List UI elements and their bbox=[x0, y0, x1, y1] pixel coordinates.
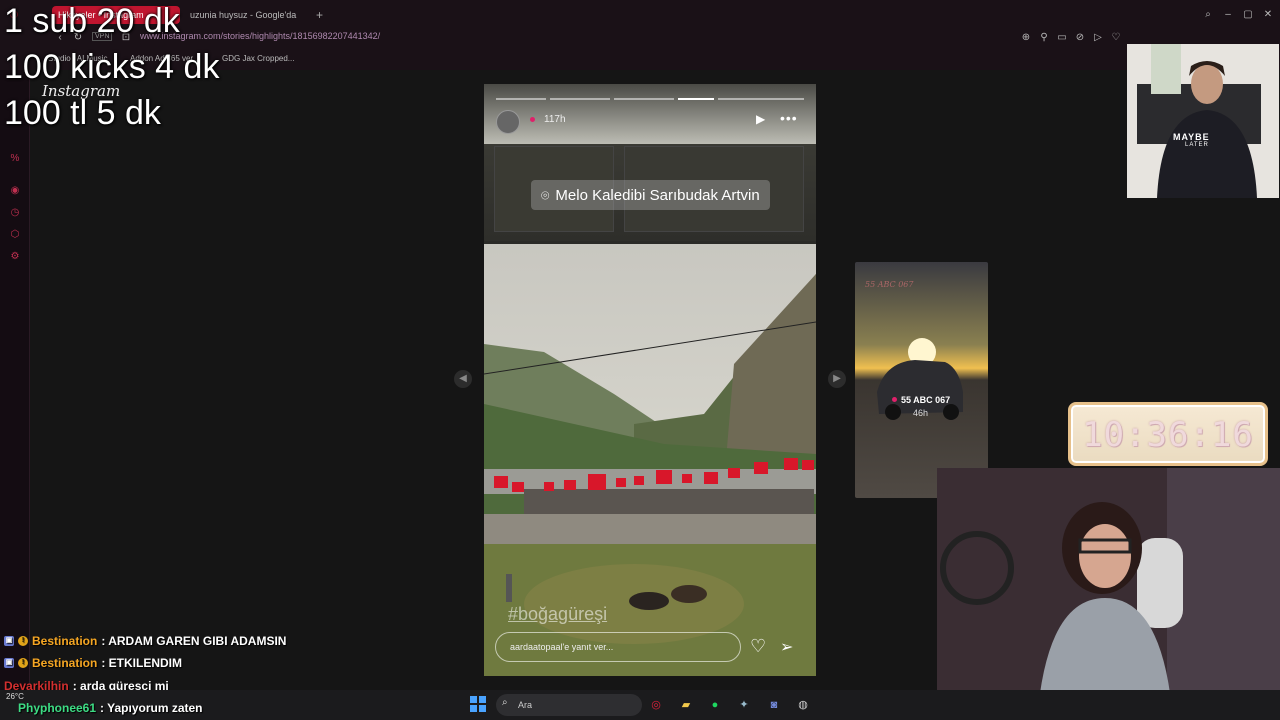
live-dot-icon bbox=[892, 397, 897, 402]
windows-logo-icon bbox=[470, 696, 477, 703]
location-sticker[interactable]: ⌾ Melo Kaledibi Sarıbudak Artvin bbox=[531, 180, 770, 210]
shirt-print: LATER bbox=[1185, 142, 1209, 148]
streamer-webcam-image bbox=[937, 468, 1280, 720]
story-header-bg bbox=[484, 84, 816, 144]
chat-text: : ARDAM GAREN GIBI ADAMSIN bbox=[101, 634, 287, 648]
weather-widget[interactable]: 26°C bbox=[6, 692, 24, 701]
chat-text: : Yapıyorum zaten bbox=[100, 701, 203, 715]
sidebar-percent-icon[interactable]: % bbox=[8, 152, 22, 166]
chat-badge-icon: ▣ bbox=[4, 658, 14, 668]
start-button[interactable] bbox=[470, 696, 486, 712]
play-icon[interactable]: ▶ bbox=[756, 112, 765, 126]
taskbar-search[interactable]: Ara bbox=[496, 694, 642, 716]
prev-story-button[interactable]: ◀ bbox=[454, 370, 472, 388]
maximize-icon[interactable]: ▢ bbox=[1240, 7, 1256, 23]
adblock-icon[interactable]: ⊘ bbox=[1072, 30, 1088, 46]
more-options-icon[interactable]: ••• bbox=[780, 110, 798, 126]
story-progress-segment bbox=[550, 98, 610, 100]
story-progress-segment bbox=[718, 98, 804, 100]
windows-logo-icon bbox=[479, 705, 486, 712]
next-story-card[interactable]: 55 ABC 067 55 ABC 067 46h bbox=[855, 262, 988, 498]
overlay-tl-goal: 100 tl 5 dk bbox=[4, 94, 161, 132]
chat-badge-icon: ! bbox=[18, 636, 28, 646]
car-sunset-image bbox=[855, 262, 988, 498]
chat-username: Bestination bbox=[32, 656, 98, 670]
pin-icon[interactable]: ⚲ bbox=[1036, 30, 1052, 46]
player-icon[interactable]: ▷ bbox=[1090, 30, 1106, 46]
sidebar-history-icon[interactable]: ◷ bbox=[8, 206, 22, 220]
next-story-plate: 55 ABC 067 bbox=[865, 280, 914, 289]
next-story-button[interactable]: ▶ bbox=[828, 370, 846, 388]
live-dot-icon bbox=[530, 117, 535, 122]
avatar[interactable] bbox=[496, 110, 520, 134]
chat-badge-icon: ! bbox=[18, 658, 28, 668]
discord-icon[interactable]: ◙ bbox=[764, 695, 784, 715]
search-tabs-icon[interactable]: ⌕ bbox=[1200, 7, 1216, 23]
reply-input[interactable]: aardaatopaal'e yanıt ver... bbox=[495, 632, 741, 662]
bookmark-item[interactable]: GDG Jax Cropped... bbox=[222, 54, 294, 63]
search-icon: ⌕ bbox=[502, 697, 508, 708]
location-pin-icon: ⌾ bbox=[541, 186, 550, 203]
streamer-webcam-image bbox=[1127, 44, 1279, 198]
webcam-feed: MAYBE LATER bbox=[1127, 44, 1279, 198]
zoom-icon[interactable]: ⊕ bbox=[1018, 30, 1034, 46]
close-icon[interactable]: ✕ bbox=[1260, 7, 1276, 23]
story-progress-segment bbox=[496, 98, 546, 100]
file-explorer-icon[interactable]: ▰ bbox=[676, 695, 696, 715]
webcam-feed bbox=[937, 468, 1280, 720]
next-story-time: 46h bbox=[913, 408, 929, 418]
send-icon[interactable]: ➢ bbox=[780, 637, 793, 657]
tab-google[interactable]: uzunia huysuz - Google'da bbox=[184, 6, 304, 24]
story-time: 117h bbox=[544, 114, 566, 125]
location-label: Melo Kaledibi Sarıbudak Artvin bbox=[555, 186, 760, 204]
next-story-title: 55 ABC 067 bbox=[901, 395, 951, 405]
snapshot-icon[interactable]: ▭ bbox=[1054, 30, 1070, 46]
chat-message: ▣ ! Bestination : ARDAM GAREN GIBI ADAMS… bbox=[4, 634, 286, 648]
overlay-kicks-goal: 100 kicks 4 dk bbox=[4, 48, 220, 86]
shirt-print: MAYBE bbox=[1173, 132, 1210, 142]
chat-username: Phyphonee61 bbox=[18, 701, 97, 715]
story-viewer[interactable]: 117h ▶ ••• ⌾ Melo Kaledibi Sarıbudak Art… bbox=[484, 84, 816, 676]
sidebar-extensions-icon[interactable]: ⬡ bbox=[8, 228, 22, 242]
spotify-icon[interactable]: ● bbox=[705, 695, 725, 715]
windows-logo-icon bbox=[470, 705, 477, 712]
weather-temp: 26°C bbox=[6, 692, 24, 701]
chat-badge-icon: ▣ bbox=[4, 636, 14, 646]
minimize-icon[interactable]: – bbox=[1220, 7, 1236, 23]
chat-message: Phyphonee61 : Yapıyorum zaten bbox=[18, 701, 203, 715]
heart-icon[interactable]: ♡ bbox=[750, 636, 766, 657]
story-progress-segment bbox=[614, 98, 674, 100]
opera-gx-icon[interactable]: ◎ bbox=[646, 695, 666, 715]
sidebar-settings-icon[interactable]: ⚙ bbox=[8, 250, 22, 264]
sidebar-player-icon[interactable]: ◉ bbox=[8, 184, 22, 198]
chat-username: Bestination bbox=[32, 634, 98, 648]
chat-text: : ETKILENDIM bbox=[101, 656, 183, 670]
clock-time: 10:36:16 bbox=[1082, 415, 1254, 455]
app-icon[interactable]: ✦ bbox=[734, 695, 754, 715]
bookmark-heart-icon[interactable]: ♡ bbox=[1108, 30, 1124, 46]
stream-clock-widget: 10:36:16 bbox=[1068, 402, 1268, 466]
obs-icon[interactable]: ◍ bbox=[793, 695, 813, 715]
windows-logo-icon bbox=[479, 696, 486, 703]
hashtag-sticker[interactable]: #boğagüreşi bbox=[508, 604, 607, 625]
overlay-sub-goal: 1 sub 20 dk bbox=[4, 2, 180, 40]
story-progress-segment bbox=[678, 98, 714, 100]
chat-message: ▣ ! Bestination : ETKILENDIM bbox=[4, 656, 182, 670]
new-tab-button[interactable]: + bbox=[310, 6, 326, 24]
